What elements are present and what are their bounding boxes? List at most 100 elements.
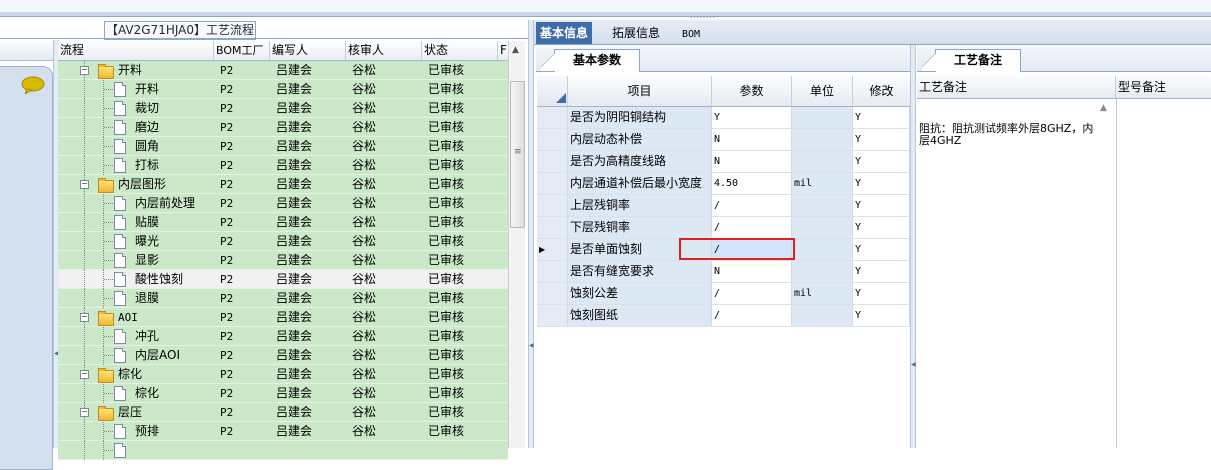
param-value-cell[interactable]: / <box>712 283 792 304</box>
top-splitter[interactable] <box>0 12 1211 17</box>
param-unit-cell[interactable] <box>792 217 853 238</box>
scroll-thumb[interactable]: ≡ <box>510 81 525 228</box>
param-row[interactable]: 是否有缝宽要求 N Y <box>537 261 910 283</box>
tree-node-label[interactable]: 预排 <box>135 422 159 441</box>
tree-row[interactable]: − 层压 P2 吕建会 谷松 已审核 <box>58 403 508 422</box>
row-indicator[interactable]: ▶ <box>537 239 568 260</box>
param-row[interactable]: 蚀刻图纸 / Y <box>537 305 910 327</box>
col-header-model-remark[interactable]: 型号备注 <box>1116 76 1211 98</box>
tree-node-label[interactable]: 酸性蚀刻 <box>135 270 183 289</box>
param-unit-cell[interactable] <box>792 195 853 216</box>
col-header-f[interactable]: F <box>498 41 508 60</box>
tree-node-label[interactable]: 圆角 <box>135 137 159 156</box>
tree-row[interactable]: − 开料 P2 吕建会 谷松 已审核 <box>58 61 508 80</box>
param-row[interactable]: 是否为阴阳铜结构 Y Y <box>537 107 910 129</box>
row-indicator[interactable] <box>537 107 568 128</box>
tab-process-remark[interactable]: 工艺备注 <box>922 49 1021 72</box>
tree-row[interactable]: 退膜 P2 吕建会 谷松 已审核 <box>58 289 508 308</box>
process-remark-cell[interactable]: 阻抗：阻抗测试频率外层8GHZ，内层4GHZ ▲ <box>917 99 1117 448</box>
tree-row[interactable]: 内层AOI P2 吕建会 谷松 已审核 <box>58 346 508 365</box>
remark-scroll-up-icon[interactable]: ▲ <box>1100 103 1107 113</box>
row-indicator[interactable] <box>537 283 568 304</box>
right-splitter[interactable]: ◀ <box>910 45 916 448</box>
col-header-modify[interactable]: 修改 <box>853 76 910 106</box>
tree-node-label[interactable]: 显影 <box>135 251 159 270</box>
row-indicator[interactable] <box>537 173 568 194</box>
tree-node-label[interactable]: 内层AOI <box>135 346 180 365</box>
tree-row[interactable]: − 棕化 P2 吕建会 谷松 已审核 <box>58 365 508 384</box>
param-modify-cell[interactable]: Y <box>853 283 910 304</box>
row-indicator[interactable] <box>537 217 568 238</box>
chat-bubble-icon[interactable] <box>21 76 45 94</box>
tree-node-label[interactable]: 棕化 <box>135 384 159 403</box>
param-modify-cell[interactable]: Y <box>853 305 910 326</box>
param-modify-cell[interactable]: Y <box>853 239 910 260</box>
tree-node-label[interactable]: 退膜 <box>135 289 159 308</box>
param-modify-cell[interactable]: Y <box>853 107 910 128</box>
col-header-item[interactable]: 项目 <box>568 76 712 106</box>
collapse-toggle-icon[interactable]: − <box>80 313 89 322</box>
row-indicator[interactable] <box>537 129 568 150</box>
param-row[interactable]: 下层残铜率 / Y <box>537 217 910 239</box>
tree-node-label[interactable]: 冲孔 <box>135 327 159 346</box>
param-value-cell[interactable]: Y <box>712 107 792 128</box>
tab-bom[interactable]: BOM <box>678 22 704 44</box>
tree-row[interactable]: 棕化 P2 吕建会 谷松 已审核 <box>58 384 508 403</box>
tree-row[interactable]: − AOI P2 吕建会 谷松 已审核 <box>58 308 508 327</box>
tree-node-label[interactable]: AOI <box>118 308 138 327</box>
tree-node-label[interactable]: 层压 <box>118 403 142 422</box>
tree-row[interactable]: 曝光 P2 吕建会 谷松 已审核 <box>58 232 508 251</box>
scroll-up-arrow-icon[interactable]: ▲ <box>512 45 519 55</box>
param-value-cell[interactable]: N <box>712 151 792 172</box>
param-value-cell[interactable]: N <box>712 129 792 150</box>
param-value-cell[interactable]: / <box>712 305 792 326</box>
param-modify-cell[interactable]: Y <box>853 151 910 172</box>
param-value-cell[interactable]: 4.50 <box>712 173 792 194</box>
param-row[interactable]: 是否为高精度线路 N Y <box>537 151 910 173</box>
tree-node-label[interactable]: 裁切 <box>135 99 159 118</box>
tree-node-label[interactable]: 开料 <box>135 80 159 99</box>
tree-row[interactable]: 冲孔 P2 吕建会 谷松 已审核 <box>58 327 508 346</box>
param-unit-cell[interactable] <box>792 239 853 260</box>
param-unit-cell[interactable] <box>792 107 853 128</box>
tree-node-label[interactable]: 内层前处理 <box>135 194 195 213</box>
row-indicator[interactable] <box>537 195 568 216</box>
col-header-reviewer[interactable]: 核审人 <box>346 41 422 60</box>
tree-node-label[interactable]: 棕化 <box>118 365 142 384</box>
param-value-cell[interactable]: / <box>712 195 792 216</box>
tree-row[interactable]: 贴膜 P2 吕建会 谷松 已审核 <box>58 213 508 232</box>
tree-row[interactable]: 裁切 P2 吕建会 谷松 已审核 <box>58 99 508 118</box>
tree-row[interactable]: 圆角 P2 吕建会 谷松 已审核 <box>58 137 508 156</box>
col-header-status[interactable]: 状态 <box>422 41 498 60</box>
col-header-process-remark[interactable]: 工艺备注 <box>917 76 1116 98</box>
tree-row[interactable]: 磨边 P2 吕建会 谷松 已审核 <box>58 118 508 137</box>
param-modify-cell[interactable]: Y <box>853 261 910 282</box>
param-row[interactable]: 内层通道补偿后最小宽度 4.50 mil Y <box>537 173 910 195</box>
tree-row[interactable]: 预排 P2 吕建会 谷松 已审核 <box>58 422 508 441</box>
tree-row[interactable]: 内层前处理 P2 吕建会 谷松 已审核 <box>58 194 508 213</box>
param-unit-cell[interactable]: mil <box>792 173 853 194</box>
collapse-toggle-icon[interactable]: − <box>80 66 89 75</box>
param-modify-cell[interactable]: Y <box>853 173 910 194</box>
tree-node-label[interactable]: 曝光 <box>135 232 159 251</box>
tab-basic-params[interactable]: 基本参数 <box>541 49 640 72</box>
tab-extended-info[interactable]: 拓展信息 <box>608 22 664 44</box>
param-unit-cell[interactable] <box>792 151 853 172</box>
tree-node-label[interactable]: 打标 <box>135 156 159 175</box>
tree-row[interactable] <box>58 441 508 460</box>
tree-row[interactable]: − 内层图形 P2 吕建会 谷松 已审核 <box>58 175 508 194</box>
col-header-bom[interactable]: BOM工厂 <box>214 41 270 60</box>
col-header-param[interactable]: 参数 <box>712 76 792 106</box>
param-modify-cell[interactable]: Y <box>853 217 910 238</box>
col-header-writer[interactable]: 编写人 <box>270 41 346 60</box>
tree-row[interactable]: 酸性蚀刻 P2 吕建会 谷松 已审核 <box>58 270 508 289</box>
tree-row[interactable]: 显影 P2 吕建会 谷松 已审核 <box>58 251 508 270</box>
tree-scrollbar[interactable]: ▲ ≡ <box>508 41 525 448</box>
param-value-cell[interactable]: N <box>712 261 792 282</box>
param-value-cell[interactable]: / <box>712 217 792 238</box>
tree-node-label[interactable]: 磨边 <box>135 118 159 137</box>
param-modify-cell[interactable]: Y <box>853 195 910 216</box>
tree-row[interactable]: 打标 P2 吕建会 谷松 已审核 <box>58 156 508 175</box>
param-row[interactable]: 蚀刻公差 / mil Y <box>537 283 910 305</box>
collapse-toggle-icon[interactable]: − <box>80 370 89 379</box>
